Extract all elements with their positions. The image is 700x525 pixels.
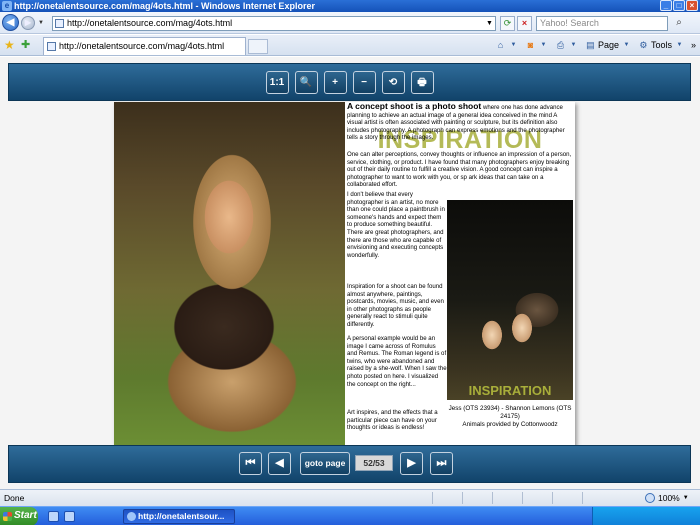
tab-title: http://onetalentsource.com/mag/4ots.html (59, 41, 225, 51)
printer-icon: ⎙ (556, 40, 565, 50)
chevron-down-icon: ▼ (570, 42, 577, 48)
system-tray (592, 507, 700, 525)
lead-text: A concept shoot is a photo shoot (347, 102, 482, 111)
status-cell (462, 492, 490, 504)
recent-pages-dropdown-icon[interactable]: ▼ (38, 20, 44, 26)
home-button[interactable]: ⌂ ▼ (495, 39, 519, 52)
actual-size-button[interactable]: 1:1 (265, 70, 289, 94)
prev-page-button[interactable]: ◀ (268, 452, 291, 475)
toolbar-overflow[interactable]: » (691, 39, 696, 52)
feeds-button[interactable]: ◙ ▼ (525, 39, 549, 52)
paragraph-4: Inspiration for a shoot can be found alm… (347, 283, 444, 328)
chevron-down-icon: ▼ (676, 42, 683, 48)
tools-menu[interactable]: ⚙ Tools ▼ (638, 39, 685, 52)
status-cell (492, 492, 520, 504)
chevron-down-icon: ▼ (510, 42, 517, 48)
taskbar-item-ie[interactable]: http://onetalentsour... (123, 509, 235, 524)
status-cells (432, 492, 610, 504)
painting-caption: Jess (OTS 23934) - Shannon Lemons (OTS 2… (447, 405, 573, 429)
zoom-out-icon[interactable]: − (352, 70, 376, 94)
title-bar: e http://onetalentsource.com/mag/4ots.ht… (0, 0, 700, 12)
zoom-icon[interactable]: 🔍 (294, 70, 318, 94)
address-text: http://onetalentsource.com/mag/4ots.html (67, 18, 233, 28)
tools-menu-label: Tools (650, 40, 672, 50)
chevron-down-icon: ▼ (623, 42, 630, 48)
taskbar-item-label: http://onetalentsour... (138, 511, 225, 521)
tab-page-icon (47, 42, 56, 51)
chevron-down-icon: ▼ (540, 42, 547, 48)
minimize-button[interactable]: _ (660, 0, 672, 11)
forward-button[interactable]: ▶ (21, 16, 35, 30)
magazine-page: INSPIRATION A concept shoot is a photo s… (114, 102, 575, 447)
windows-flag-icon (3, 512, 12, 521)
status-cell (552, 492, 580, 504)
new-tab-button[interactable] (248, 39, 268, 54)
caption-line-2: Animals provided by Cottonwoodz (462, 421, 558, 428)
feed-icon: ◙ (527, 40, 534, 50)
browser-window: e http://onetalentsource.com/mag/4ots.ht… (0, 0, 700, 525)
zoom-globe-icon (645, 493, 655, 503)
show-desktop-icon[interactable] (48, 511, 59, 522)
page-number-input[interactable]: 52/53 (355, 455, 393, 471)
first-page-button[interactable]: ⏮ (239, 452, 262, 475)
back-button[interactable]: ◀ (2, 14, 19, 31)
paragraph-1: A concept shoot is a photo shoot where o… (347, 102, 573, 142)
page-menu[interactable]: ▤ Page ▼ (585, 39, 632, 52)
inspiration-painting: INSPIRATION (447, 200, 573, 400)
page-icon (55, 19, 64, 28)
home-icon: ⌂ (497, 40, 504, 50)
zoom-level: 100% (658, 493, 680, 503)
paragraph-6: Art inspires, and the effects that a par… (347, 409, 438, 432)
painting-title: INSPIRATION (468, 383, 552, 398)
print-icon[interactable]: 🖶 (410, 70, 434, 94)
stop-icon[interactable]: × (517, 16, 532, 31)
page-icon: ▤ (586, 40, 595, 50)
favorites-star-icon[interactable]: ★ (4, 38, 15, 52)
next-page-button[interactable]: ▶ (400, 452, 423, 475)
status-cell (522, 492, 550, 504)
search-placeholder: Yahoo! Search (540, 18, 599, 28)
page-content: 1:1 🔍 + − ⟲ 🖶 INSPIRATION A concept shoo… (0, 57, 700, 489)
ie-icon (127, 512, 136, 521)
tab-current[interactable]: http://onetalentsource.com/mag/4ots.html (43, 37, 246, 55)
start-label: Start (14, 510, 37, 521)
paragraph-2: One can alter perceptions, convey though… (347, 151, 572, 189)
paragraph-5: A personal example would be an image I c… (347, 335, 447, 388)
flip-icon[interactable]: ⟲ (381, 70, 405, 94)
window-title: http://onetalentsource.com/mag/4ots.html… (14, 1, 315, 11)
caption-line-1: Jess (OTS 23934) - Shannon Lemons (OTS 2… (448, 405, 572, 420)
goto-page-button[interactable]: goto page (300, 452, 350, 475)
status-cell (582, 492, 610, 504)
zoom-in-icon[interactable]: + (323, 70, 347, 94)
tab-bar: ★ ✚ http://onetalentsource.com/mag/4ots.… (0, 35, 700, 56)
add-favorites-icon[interactable]: ✚ (21, 38, 30, 52)
print-button[interactable]: ⎙ ▼ (555, 39, 579, 52)
chevron-down-icon: ▼ (682, 495, 689, 501)
gear-icon: ⚙ (639, 40, 648, 50)
refresh-icon[interactable]: ⟳ (500, 16, 515, 31)
ie-quicklaunch-icon[interactable] (64, 511, 75, 522)
search-input[interactable]: Yahoo! Search (536, 16, 668, 31)
taskbar: Start http://onetalentsour... (0, 506, 700, 525)
address-toolbar: ◀ ▶ ▼ http://onetalentsource.com/mag/4ot… (0, 12, 700, 34)
status-text: Done (4, 493, 25, 503)
paragraph-3: I don't believe that every photographer … (347, 191, 445, 259)
viewer-nav-bar: ⏮ ◀ goto page 52/53 ▶ ⏭ (8, 445, 691, 483)
maximize-button[interactable]: □ (673, 0, 685, 11)
start-button[interactable]: Start (0, 507, 38, 525)
page-menu-label: Page (597, 40, 619, 50)
status-bar: Done 100% ▼ (0, 489, 700, 506)
zoom-control[interactable]: 100% ▼ (645, 490, 689, 506)
close-button[interactable]: × (686, 0, 698, 11)
last-page-button[interactable]: ⏭ (430, 452, 453, 475)
ie-icon: e (2, 1, 12, 11)
search-icon[interactable]: ⌕ (671, 16, 687, 31)
viewer-toolbar: 1:1 🔍 + − ⟲ 🖶 (8, 63, 691, 101)
model-photo (114, 102, 345, 447)
address-input[interactable]: http://onetalentsource.com/mag/4ots.html (52, 16, 496, 31)
address-dropdown-icon[interactable]: ▼ (484, 17, 495, 30)
status-cell (432, 492, 460, 504)
